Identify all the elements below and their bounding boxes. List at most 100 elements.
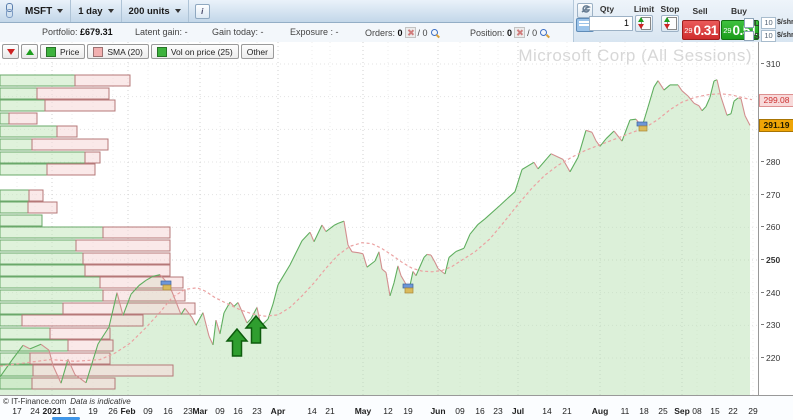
- y-tick-label: 310: [761, 59, 780, 69]
- dividend-icon: [402, 283, 414, 289]
- time-axis[interactable]: © IT-Finance.com Data is indicative 17 24 2…: [0, 395, 793, 420]
- buy-label: Buy: [730, 6, 748, 16]
- symbol-label: MSFT: [25, 5, 53, 17]
- x-tick-label: Aug: [591, 406, 609, 416]
- legend-tab-price[interactable]: Price: [40, 44, 86, 59]
- long-offset-input[interactable]: 10: [761, 17, 776, 29]
- legend-color-swatch: [93, 46, 104, 57]
- legend-tab-label: Price: [60, 46, 80, 57]
- view-position-icon[interactable]: [540, 29, 549, 38]
- long-unit-label: $/shr: [777, 19, 793, 26]
- qty-label: Qty: [599, 4, 615, 14]
- sma-price-tag: 299.08: [759, 93, 793, 107]
- exposure-status: Exposure : -: [290, 27, 339, 37]
- volume-profile-buy-bar: [0, 226, 104, 239]
- y-tick-label: 270: [761, 190, 780, 200]
- x-tick-label: 24: [30, 406, 40, 416]
- volume-profile-buy-bar: [0, 163, 48, 176]
- dividend-icon: [160, 280, 172, 286]
- symbol-dropdown[interactable]: MSFT: [18, 0, 72, 22]
- chart-plot[interactable]: Microsoft Corp (All Sessions): [0, 42, 758, 395]
- x-tick-label: May: [354, 406, 372, 416]
- volume-profile-buy-bar: [0, 352, 31, 365]
- legend-tab-vol-on-price-25[interactable]: Vol on price (25): [150, 44, 239, 59]
- short-offset-input[interactable]: 10: [761, 30, 776, 42]
- timeframe-label: 1 day: [78, 5, 103, 17]
- y-tick-label: 250: [761, 255, 780, 265]
- chart-legend: Price SMA (20) Vol on price (25) Other: [2, 44, 274, 59]
- dividend-icon: [638, 125, 648, 132]
- qty-input[interactable]: [589, 16, 633, 31]
- x-tick-label: 25: [658, 406, 668, 416]
- volume-profile-sell-bar: [44, 99, 116, 112]
- sell-marker-button[interactable]: [2, 44, 19, 59]
- cancel-orders-icon[interactable]: [404, 27, 416, 38]
- info-button[interactable]: i: [194, 3, 210, 19]
- x-tick-label: 16: [475, 406, 485, 416]
- timeframe-dropdown[interactable]: 1 day: [71, 0, 122, 22]
- price-line: [426, 253, 432, 256]
- link-icon[interactable]: [3, 3, 15, 19]
- volume-profile-sell-bar: [84, 151, 101, 164]
- x-tick-label: 29: [748, 406, 758, 416]
- long-checkbox[interactable]: [744, 18, 754, 28]
- price-line: [737, 97, 742, 100]
- volume-profile-sell-bar: [67, 339, 114, 352]
- x-tick-label: Mar: [192, 406, 208, 416]
- x-tick-label: 23: [493, 406, 503, 416]
- legend-tab-other[interactable]: Other: [240, 44, 274, 59]
- volume-profile-buy-bar: [0, 314, 23, 327]
- y-tick-label: 230: [761, 320, 780, 330]
- volume-profile-sell-bar: [46, 163, 96, 176]
- volume-profile-sell-bar: [31, 377, 116, 390]
- status-bar: Portfolio: £679.31 Latent gain: - Gain t…: [0, 23, 575, 42]
- legend-color-swatch: [156, 46, 167, 57]
- view-orders-icon[interactable]: [430, 29, 440, 38]
- x-tick-label: 19: [88, 406, 98, 416]
- volume-profile-buy-bar: [0, 201, 29, 214]
- volume-profile-buy-bar: [0, 327, 51, 340]
- long-checkbox-label: L: [754, 18, 760, 28]
- x-tick-label: 2021: [42, 406, 62, 416]
- price-chart-canvas[interactable]: [0, 42, 758, 395]
- units-dropdown[interactable]: 200 units: [122, 0, 189, 22]
- x-tick-label: 12: [383, 406, 393, 416]
- volume-profile-sell-bar: [49, 327, 111, 340]
- green-up-arrow-icon: [25, 48, 34, 55]
- volume-profile-buy-bar: [0, 276, 101, 289]
- legend-tab-sma-20[interactable]: SMA (20): [87, 44, 149, 59]
- limit-label: Limit: [633, 4, 655, 14]
- dividend-icon: [636, 121, 648, 127]
- limit-order-button[interactable]: [635, 15, 653, 32]
- buy-marker-button[interactable]: [21, 44, 38, 59]
- volume-profile-sell-bar: [74, 74, 131, 87]
- volume-profile-buy-bar: [0, 189, 30, 202]
- volume-profile-sell-bar: [27, 201, 58, 214]
- sell-button[interactable]: 29 0.31: [682, 20, 720, 40]
- close-position-icon[interactable]: [514, 27, 526, 38]
- trading-platform-window: MSFT 1 day 200 units i Portfolio: £679.3…: [0, 0, 793, 420]
- volume-profile-sell-bar: [29, 352, 111, 365]
- legend-color-swatch: [46, 46, 56, 57]
- x-tick-label: Sep: [674, 406, 690, 416]
- volume-profile-buy-bar: [0, 302, 64, 315]
- short-unit-label: $/shr: [777, 32, 793, 39]
- dividend-icon: [162, 284, 172, 291]
- volume-profile-buy-bar: [0, 252, 84, 265]
- x-tick-label: Feb: [120, 406, 136, 416]
- volume-profile-buy-bar: [0, 239, 77, 252]
- x-tick-label: 19: [403, 406, 413, 416]
- volume-profile-buy-bar: [0, 99, 46, 112]
- x-tick-label: 11: [620, 406, 630, 416]
- x-tick-label: Apr: [270, 406, 286, 416]
- x-tick-label: 18: [639, 406, 649, 416]
- x-tick-label: 26: [108, 406, 118, 416]
- price-axis[interactable]: 220230240250260270280290300310 299.08 29…: [758, 42, 793, 395]
- latent-gain-status: Latent gain: -: [135, 27, 188, 37]
- short-checkbox[interactable]: [744, 31, 754, 41]
- units-label: 200 units: [128, 5, 170, 17]
- red-down-arrow-icon: [6, 48, 15, 55]
- volume-profile-buy-bar: [0, 339, 69, 352]
- x-tick-label: 15: [710, 406, 720, 416]
- stop-order-button[interactable]: [661, 15, 679, 32]
